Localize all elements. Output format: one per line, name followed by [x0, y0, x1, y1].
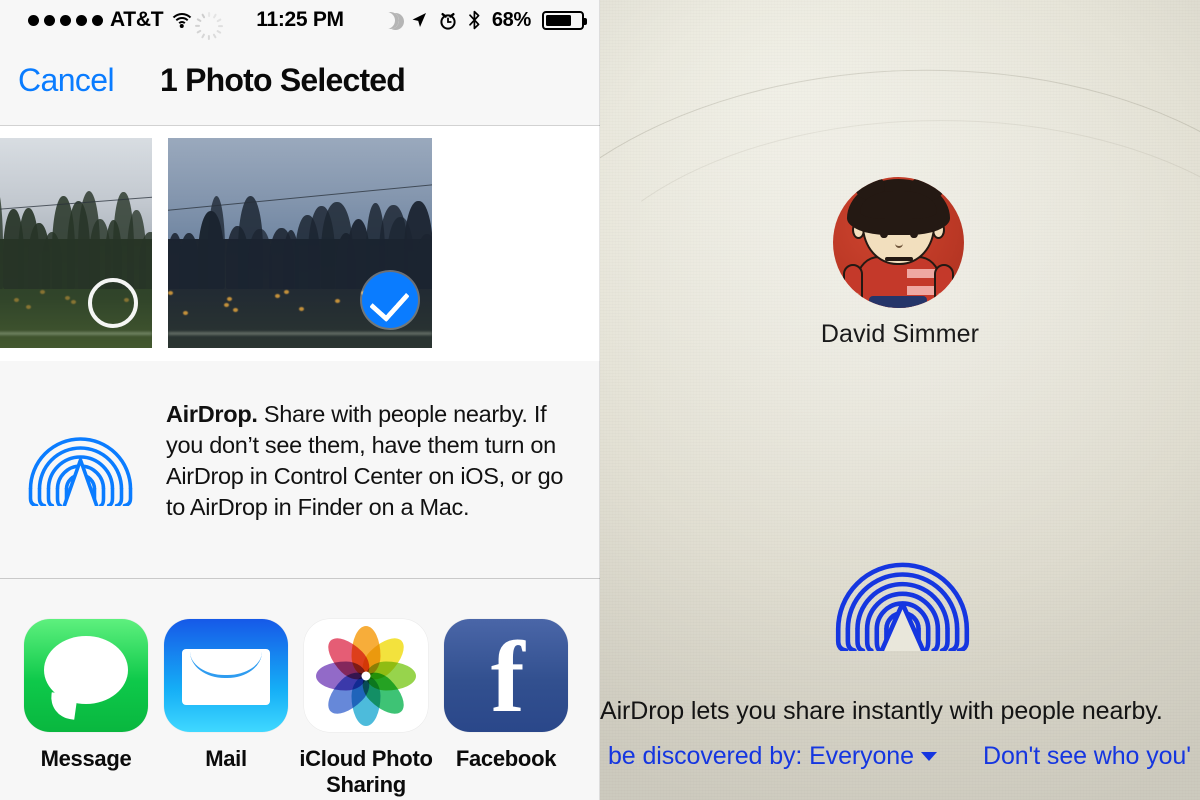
bluetooth-icon: [469, 10, 480, 30]
battery-icon: [542, 10, 587, 30]
battery-percent-label: 68%: [491, 8, 531, 31]
airdrop-title: AirDrop.: [166, 401, 258, 427]
mail-app-icon: [164, 619, 288, 732]
dont-see-who-you-link[interactable]: Don't see who you': [983, 742, 1191, 771]
cancel-button[interactable]: Cancel: [18, 62, 115, 99]
share-app-message-label: Message: [40, 746, 132, 771]
share-app-message[interactable]: Message: [16, 619, 156, 772]
photo-selected-checkmark[interactable]: [362, 272, 418, 328]
user-avatar-icon[interactable]: [833, 177, 964, 308]
thumb1-grass: [0, 332, 152, 336]
mac-background-vignette: [600, 0, 1200, 800]
page-title: 1 Photo Selected: [160, 62, 406, 98]
mac-airdrop-window-pane: [600, 0, 1200, 800]
photo-thumbnail-2[interactable]: [168, 138, 432, 348]
photos-app-icon: [304, 619, 428, 732]
share-app-mail-label: Mail: [205, 746, 247, 771]
screenshot-root: AT&T 11:25 PM 68% Cancel 1 Photo Selecte…: [0, 0, 1200, 800]
photo-select-circle[interactable]: [88, 278, 138, 328]
share-app-facebook[interactable]: f Facebook: [436, 619, 576, 772]
share-app-icloud-photo-sharing[interactable]: iCloud Photo Sharing: [296, 619, 436, 798]
airdrop-description: AirDrop. Share with people nearby. If yo…: [166, 399, 581, 523]
share-app-icloud-label-line1: iCloud Photo: [299, 746, 433, 771]
airdrop-caption: AirDrop lets you share instantly with pe…: [600, 697, 1163, 725]
airdrop-footer-links: be discovered by: Everyone Don't see who…: [600, 742, 1200, 782]
discoverability-label: be discovered by: Everyone: [608, 742, 914, 770]
airdrop-icon: [835, 562, 970, 651]
recipient-name-label: David Simmer: [820, 320, 980, 348]
moon-icon: [382, 12, 399, 29]
selected-photos-strip[interactable]: [0, 126, 600, 360]
thumb2-grass: [168, 332, 432, 336]
photo-thumbnail-1[interactable]: [0, 138, 152, 348]
chevron-down-icon: [920, 752, 937, 761]
share-destinations-row: Message Mail iCloud Photo Sharing f Face…: [0, 579, 600, 800]
messages-app-icon: [24, 619, 148, 732]
thumb1-treeline: [0, 184, 152, 290]
share-app-facebook-label: Facebook: [455, 746, 557, 771]
ios-share-sheet-pane: AT&T 11:25 PM 68% Cancel 1 Photo Selecte…: [0, 0, 600, 800]
share-sheet-navbar: Cancel 1 Photo Selected: [0, 40, 600, 126]
pane-divider: [599, 0, 600, 800]
status-bar-right-group: 68%: [382, 0, 587, 40]
share-app-icloud-label-line2: Sharing: [326, 772, 406, 797]
discoverability-dropdown[interactable]: be discovered by: Everyone: [608, 742, 937, 771]
ios-status-bar: AT&T 11:25 PM 68%: [0, 0, 600, 40]
facebook-app-icon: f: [444, 619, 568, 732]
airdrop-icon: [28, 437, 133, 506]
avatar-pants: [869, 296, 927, 308]
photos-petal-center: [361, 671, 371, 680]
share-app-mail[interactable]: Mail: [156, 619, 296, 772]
clock-label: 11:25 PM: [256, 8, 344, 31]
alarm-clock-icon: [440, 12, 456, 30]
location-arrow-icon: [412, 13, 426, 27]
